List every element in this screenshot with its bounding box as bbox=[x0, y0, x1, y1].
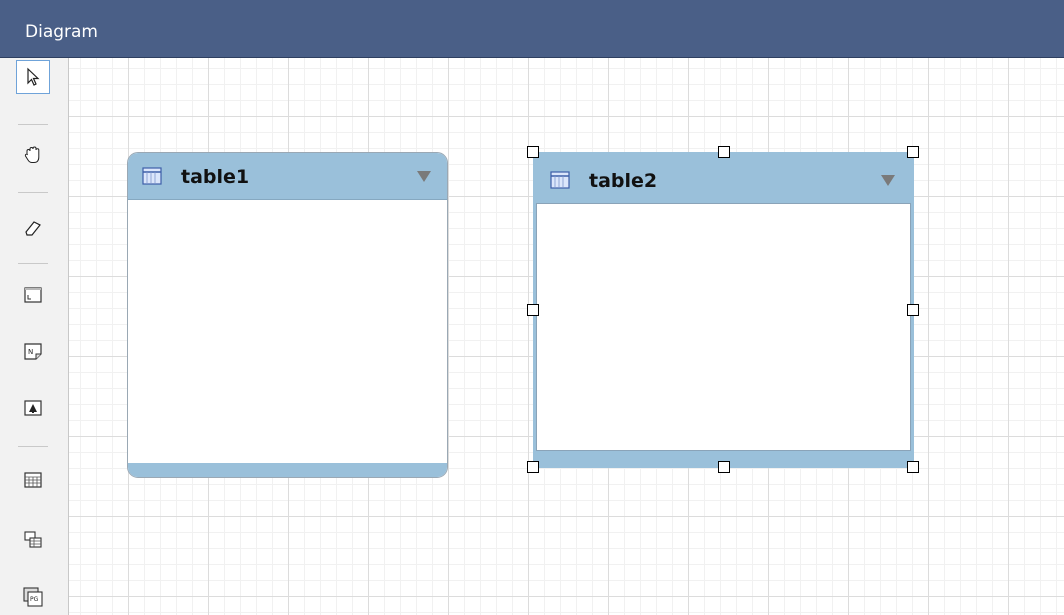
table-icon bbox=[24, 472, 42, 488]
note-tool-button[interactable]: N bbox=[16, 334, 50, 368]
resize-handle-top-right[interactable] bbox=[907, 146, 919, 158]
resize-handle-top-left[interactable] bbox=[527, 146, 539, 158]
toolbar-separator bbox=[18, 124, 48, 125]
table-icon bbox=[550, 171, 570, 189]
hand-tool-button[interactable] bbox=[16, 138, 50, 172]
note-icon: N bbox=[24, 343, 42, 360]
image-tool-button[interactable] bbox=[16, 391, 50, 425]
resize-handle-bottom-right[interactable] bbox=[907, 461, 919, 473]
table-header: table1 bbox=[128, 153, 447, 200]
resize-handle-bottom[interactable] bbox=[718, 461, 730, 473]
chevron-down-icon[interactable] bbox=[417, 171, 431, 182]
toolbar-separator bbox=[18, 446, 48, 447]
table-icon bbox=[142, 167, 162, 185]
resize-handle-bottom-left[interactable] bbox=[527, 461, 539, 473]
layer-icon bbox=[24, 287, 42, 303]
svg-text:N: N bbox=[28, 348, 33, 356]
toolbar-separator bbox=[18, 263, 48, 264]
table-body bbox=[536, 203, 911, 451]
window-title: Diagram bbox=[25, 22, 98, 42]
table-footer bbox=[128, 463, 447, 477]
resize-handle-right[interactable] bbox=[907, 304, 919, 316]
eraser-tool-button[interactable] bbox=[16, 211, 50, 245]
pointer-icon bbox=[27, 67, 40, 86]
view-icon bbox=[24, 531, 42, 548]
view-tool-button[interactable] bbox=[16, 523, 50, 557]
image-icon bbox=[24, 400, 42, 416]
routine-group-icon: PG bbox=[23, 587, 43, 607]
hand-icon bbox=[24, 146, 40, 163]
diagram-toolbar: N PG bbox=[0, 58, 69, 615]
pointer-tool-button[interactable] bbox=[16, 60, 50, 94]
table-name: table1 bbox=[181, 166, 250, 188]
toolbar-separator bbox=[18, 192, 48, 193]
eraser-icon bbox=[25, 221, 41, 236]
routine-group-tool-button[interactable]: PG bbox=[16, 580, 50, 614]
table-header: table2 bbox=[536, 155, 911, 204]
resize-handle-top[interactable] bbox=[718, 146, 730, 158]
resize-handle-left[interactable] bbox=[527, 304, 539, 316]
window-titlebar: Diagram bbox=[0, 0, 1064, 58]
svg-text:PG: PG bbox=[30, 596, 39, 603]
table-entity-table1[interactable]: table1 bbox=[127, 152, 448, 478]
table-tool-button[interactable] bbox=[16, 463, 50, 497]
layer-tool-button[interactable] bbox=[16, 278, 50, 312]
table-name: table2 bbox=[589, 170, 658, 192]
table-entity-table2[interactable]: table2 bbox=[533, 152, 914, 468]
chevron-down-icon[interactable] bbox=[881, 175, 895, 186]
